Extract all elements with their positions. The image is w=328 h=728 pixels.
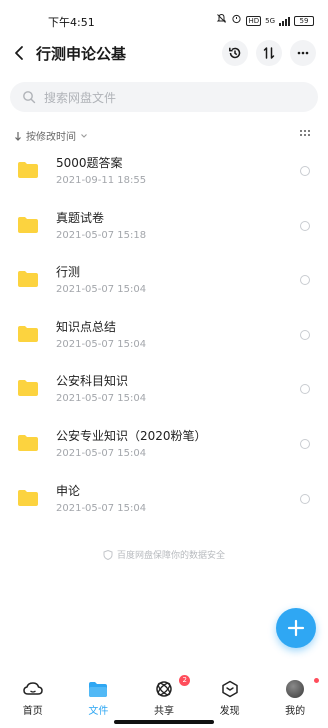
sort-label: 按修改时间 — [26, 132, 76, 143]
notification-badge: 2 — [179, 675, 191, 686]
more-icon — [297, 51, 309, 55]
history-icon — [229, 47, 241, 59]
select-checkbox[interactable] — [300, 493, 310, 504]
mute-bell-icon — [216, 13, 227, 28]
avatar — [286, 680, 305, 698]
status-icons: HD 5G 59 — [216, 13, 314, 28]
grid-view-icon[interactable] — [300, 130, 312, 140]
more-button[interactable] — [290, 40, 316, 66]
folder-icon — [18, 162, 38, 178]
file-name: 5000题答案 — [56, 156, 123, 170]
file-date: 2021-05-07 15:18 — [56, 229, 147, 241]
tab-files[interactable]: 文件 — [66, 672, 132, 718]
sort-button[interactable] — [256, 40, 282, 66]
home-indicator — [114, 720, 214, 724]
page-title: 行测申论公基 — [36, 45, 127, 63]
tab-label: 发现 — [219, 706, 240, 717]
tab-home[interactable]: 首页 — [0, 672, 66, 718]
search-icon — [23, 91, 36, 104]
folder-icon — [18, 489, 38, 506]
status-bar: 下午4:51 HD 5G 59 — [0, 0, 328, 34]
search-bar[interactable]: 搜索网盘文件 — [10, 82, 318, 112]
file-name: 知识点总结 — [56, 319, 117, 334]
file-name: 真题试卷 — [56, 210, 105, 225]
status-time: 下午4:51 — [48, 16, 95, 29]
folder-icon — [18, 325, 38, 342]
select-checkbox[interactable] — [300, 438, 310, 449]
file-row[interactable]: 申论 2021-05-07 15:04 — [0, 472, 328, 527]
bottom-tab-bar: 首页 文件 2 共享 发现 我的 — [0, 672, 328, 718]
file-date: 2021-05-07 15:04 — [56, 502, 147, 514]
file-row[interactable]: 行测 2021-05-07 15:04 — [0, 253, 328, 308]
file-row[interactable]: 5000题答案 2021-09-11 18:55 — [0, 144, 328, 199]
security-note: 百度网盘保障你的数据安全 — [0, 548, 328, 561]
folder-icon — [18, 216, 38, 233]
file-date: 2021-05-07 15:04 — [56, 338, 147, 350]
back-button[interactable] — [10, 42, 30, 64]
select-checkbox[interactable] — [300, 220, 310, 231]
file-row[interactable]: 真题试卷 2021-05-07 15:18 — [0, 199, 328, 254]
file-name: 公安专业知识（2020粉笔） — [56, 428, 207, 443]
battery-icon: 59 — [294, 15, 314, 26]
select-checkbox[interactable] — [300, 275, 310, 286]
signal-icon — [279, 16, 290, 26]
avatar-icon — [285, 680, 305, 698]
search-input[interactable]: 搜索网盘文件 — [44, 89, 116, 106]
file-date: 2021-05-07 15:04 — [56, 284, 147, 296]
folder-icon — [88, 680, 108, 698]
tab-profile[interactable]: 我的 — [262, 672, 328, 718]
security-note-text: 百度网盘保障你的数据安全 — [116, 551, 225, 561]
hd-icon: HD — [246, 15, 262, 26]
chevron-left-icon — [15, 46, 23, 60]
file-date: 2021-09-11 18:55 — [56, 175, 147, 186]
select-checkbox[interactable] — [300, 166, 310, 176]
chevron-down-icon — [81, 133, 87, 138]
file-date: 2021-05-07 15:04 — [56, 393, 147, 405]
file-name: 申论 — [56, 483, 81, 498]
file-name: 行测 — [56, 265, 81, 280]
sort-icon — [263, 47, 275, 59]
tab-label: 首页 — [22, 706, 43, 717]
plus-icon — [287, 619, 305, 637]
cloud-icon — [23, 680, 43, 698]
notification-dot — [314, 678, 320, 683]
file-row[interactable]: 公安专业知识（2020粉笔） 2021-05-07 15:04 — [0, 417, 328, 472]
history-button[interactable] — [222, 40, 248, 66]
network-type: 5G — [265, 16, 275, 25]
folder-icon — [18, 271, 38, 288]
tab-label: 文件 — [88, 706, 109, 717]
tab-discover[interactable]: 发现 — [197, 672, 263, 718]
arrow-down-icon — [15, 131, 21, 141]
shield-icon — [103, 549, 113, 560]
discover-icon — [220, 680, 240, 698]
folder-icon — [18, 380, 38, 397]
share-icon — [154, 680, 174, 698]
file-list: 5000题答案 2021-09-11 18:55 真题试卷 2021-05-07… — [0, 144, 328, 526]
alarm-icon — [231, 13, 242, 28]
header: 行测申论公基 — [0, 34, 328, 72]
folder-icon — [18, 434, 38, 451]
select-checkbox[interactable] — [300, 329, 310, 340]
file-name: 公安科目知识 — [56, 374, 129, 389]
sort-selector[interactable]: 按修改时间 — [14, 128, 88, 143]
tab-share[interactable]: 2 共享 — [131, 672, 197, 718]
file-row[interactable]: 知识点总结 2021-05-07 15:04 — [0, 308, 328, 363]
tab-label: 我的 — [285, 706, 306, 717]
tab-label: 共享 — [153, 706, 174, 717]
select-checkbox[interactable] — [300, 384, 310, 395]
file-date: 2021-05-07 15:04 — [56, 447, 147, 459]
add-button[interactable] — [276, 608, 316, 648]
file-row[interactable]: 公安科目知识 2021-05-07 15:04 — [0, 362, 328, 417]
